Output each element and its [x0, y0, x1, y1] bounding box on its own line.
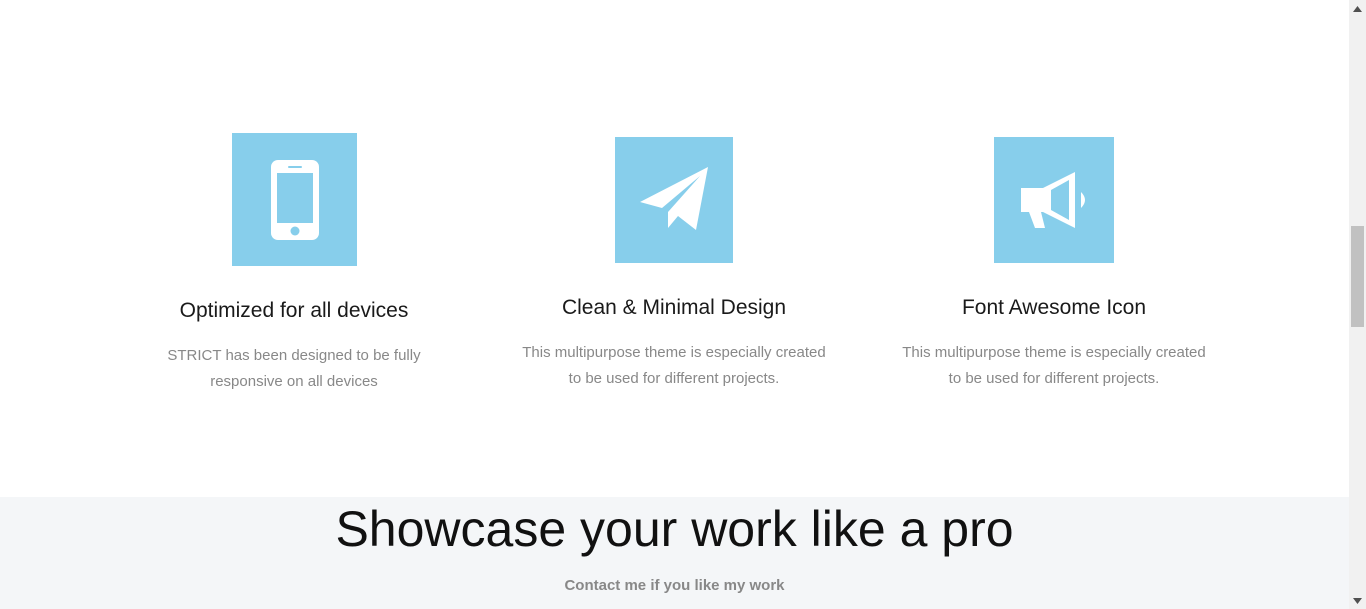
feature-design: Clean & Minimal Design This multipurpose… — [484, 0, 864, 420]
feature-icon-box — [232, 133, 357, 266]
feature-title: Font Awesome Icon — [961, 296, 1147, 319]
feature-title: Clean & Minimal Design — [561, 296, 787, 319]
scrollbar-thumb[interactable] — [1351, 226, 1364, 327]
feature-description-line: STRICT has been designed to be fully — [167, 347, 421, 364]
feature-icon-box — [994, 137, 1114, 263]
scroll-down-arrow-icon[interactable] — [1349, 592, 1366, 609]
feature-description-line: responsive on all devices — [210, 373, 378, 390]
feature-icon-box — [615, 137, 733, 263]
feature-icons: Font Awesome Icon This multipurpose them… — [864, 0, 1244, 420]
showcase-subtext: Contact me if you like my work — [564, 577, 785, 594]
feature-description-line: to be used for different projects. — [948, 370, 1160, 387]
paper-plane-icon — [640, 167, 708, 230]
feature-title: Optimized for all devices — [179, 299, 409, 322]
feature-devices: Optimized for all devices STRICT has bee… — [104, 0, 484, 420]
feature-description: STRICT has been designed to be fully res… — [134, 343, 454, 395]
bullhorn-icon — [1021, 172, 1085, 228]
feature-description: This multipurpose theme is especially cr… — [504, 340, 844, 392]
scroll-up-arrow-icon[interactable] — [1349, 0, 1366, 17]
mobile-phone-icon — [270, 159, 319, 240]
page-content: Optimized for all devices STRICT has bee… — [0, 0, 1349, 609]
feature-description: This multipurpose theme is especially cr… — [884, 340, 1224, 392]
feature-description-line: This multipurpose theme is especially cr… — [522, 344, 826, 361]
vertical-scrollbar[interactable] — [1349, 0, 1366, 609]
feature-description-line: to be used for different projects. — [568, 370, 780, 387]
feature-description-line: This multipurpose theme is especially cr… — [902, 344, 1206, 361]
showcase-headline: Showcase your work like a pro — [335, 501, 1014, 557]
showcase-section: Showcase your work like a pro Contact me… — [0, 497, 1349, 609]
